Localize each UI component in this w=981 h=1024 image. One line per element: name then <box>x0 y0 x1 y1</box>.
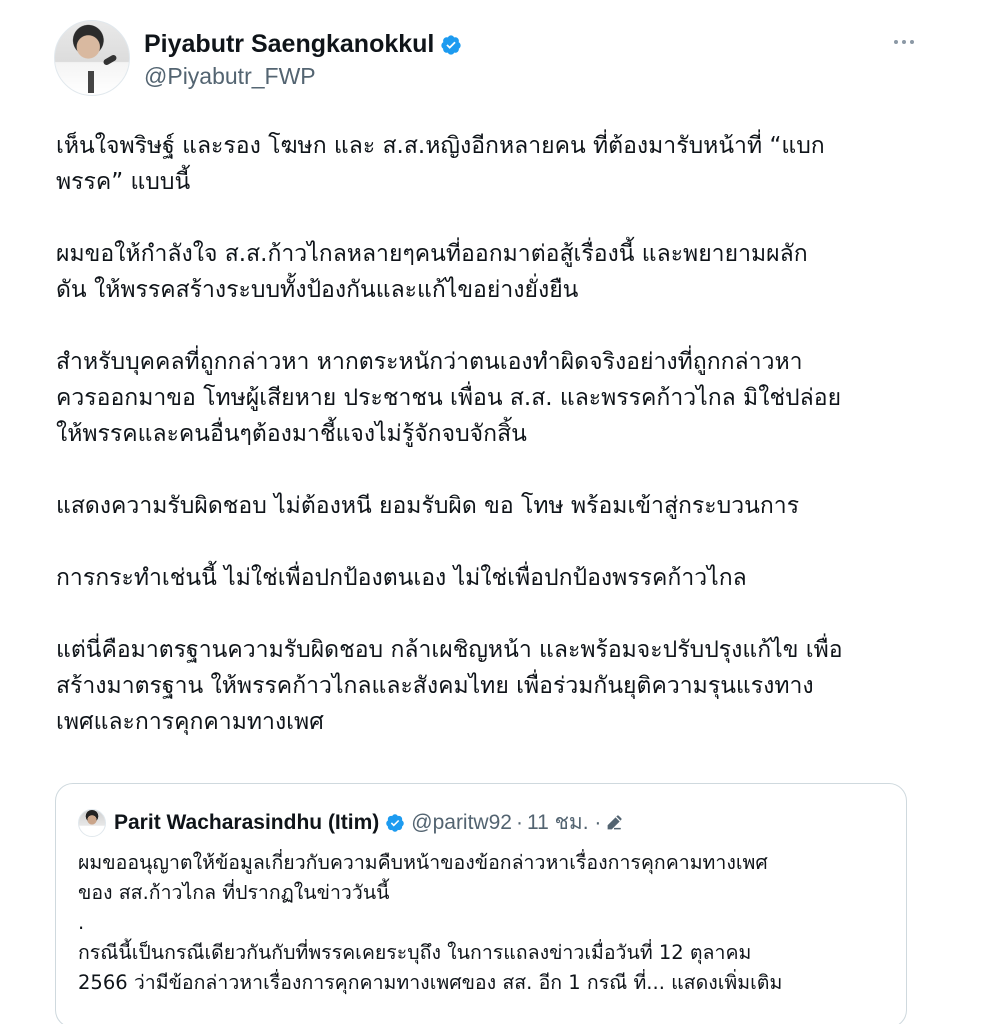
author-avatar[interactable] <box>54 20 130 96</box>
quoted-tweet-card[interactable]: Parit Wacharasindhu (Itim) @paritw92 · 1… <box>55 783 907 1024</box>
tweet-text: เห็นใจพริษฐ์ และรอง โฆษก และ ส.ส.หญิงอีก… <box>56 128 916 776</box>
avatar-tie-shape <box>88 71 94 93</box>
quoted-tweet-text: ผมขออนุญาตให้ข้อมูลเกี่ยวกับความคืบหน้าข… <box>78 848 888 998</box>
show-more-link[interactable]: แสดงเพิ่มเติม <box>671 971 782 994</box>
quoted-tweet-header: Parit Wacharasindhu (Itim) @paritw92 · 1… <box>78 806 623 839</box>
tweet-paragraph: สำหรับบุคคลที่ถูกกล่าวหา หากตระหนักว่าตน… <box>56 349 842 447</box>
verified-badge-icon <box>386 813 405 832</box>
more-dot <box>902 40 906 44</box>
pencil-edit-icon <box>608 814 622 829</box>
verified-badge-icon <box>441 34 461 55</box>
quoted-tweet-line: . <box>78 911 85 934</box>
author-handle[interactable]: @Piyabutr_FWP <box>144 63 316 90</box>
tweet-paragraph: แต่นี่คือมาตรฐานความรับผิดชอบ กล้าเผชิญห… <box>56 637 843 735</box>
more-horizontal-icon <box>894 40 898 44</box>
quoted-tweet-last-line: 2566 ว่ามีข้อกล่าวหาเรื่องการคุกคามทางเพ… <box>78 968 888 998</box>
tweet-paragraph: แสดงความรับผิดชอบ ไม่ต้องหนี ยอมรับผิด ข… <box>56 493 800 519</box>
tweet-paragraph: เห็นใจพริษฐ์ และรอง โฆษก และ ส.ส.หญิงอีก… <box>56 133 825 195</box>
tweet-header: Piyabutr Saengkanokkul @Piyabutr_FWP <box>54 20 924 98</box>
author-display-name[interactable]: Piyabutr Saengkanokkul <box>144 30 434 59</box>
more-dot <box>910 40 914 44</box>
tweet-paragraph: การกระทำเช่นนี้ ไม่ใช่เพื่อปกป้องตนเอง ไ… <box>56 565 747 591</box>
quoted-author-name[interactable]: Parit Wacharasindhu (Itim) <box>114 811 379 835</box>
quoted-tweet-line: ของ สส.ก้าวไกล ที่ปรากฏในข่าววันนี้ <box>78 881 390 904</box>
avatar-mic-shape <box>102 53 118 67</box>
quoted-tweet-timestamp[interactable]: 11 ชม. · <box>527 806 601 839</box>
more-options-button[interactable] <box>884 30 924 54</box>
tweet-paragraph: ผมขอให้กำลังใจ ส.ส.ก้าวไกลหลายๆคนที่ออกม… <box>56 241 808 303</box>
quoted-author-handle[interactable]: @paritw92 <box>411 811 512 835</box>
quoted-tweet-line: ผมขออนุญาตให้ข้อมูลเกี่ยวกับความคืบหน้าข… <box>78 851 768 874</box>
quoted-tweet-line: กรณีนี้เป็นกรณีเดียวกันกับที่พรรคเคยระบุ… <box>78 941 752 964</box>
quoted-tweet-line: 2566 ว่ามีข้อกล่าวหาเรื่องการคุกคามทางเพ… <box>78 971 665 994</box>
quoted-author-avatar[interactable] <box>78 808 106 837</box>
separator-dot: · <box>515 810 523 834</box>
author-name-row: Piyabutr Saengkanokkul <box>144 30 462 59</box>
